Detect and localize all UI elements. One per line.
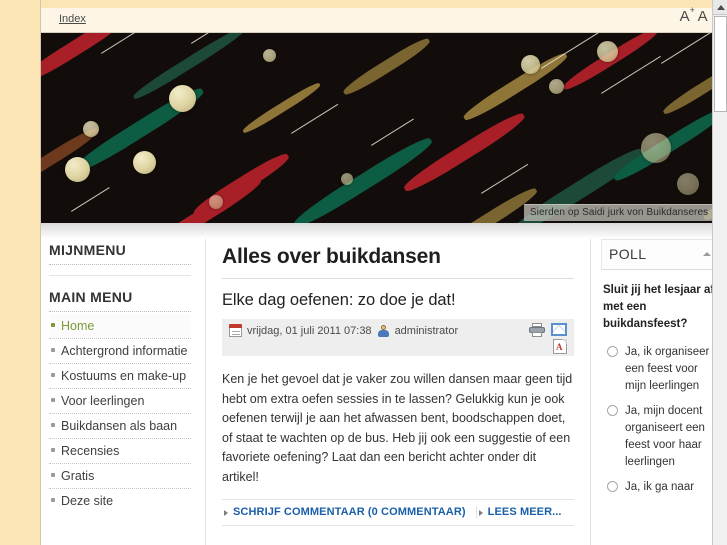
site-banner: Sierden op Saidi jurk von Buikdanseres K… (41, 33, 727, 223)
sidebar-module-gap (49, 267, 191, 276)
poll-option-2[interactable]: Ja, mijn docent organiseert een feest vo… (603, 398, 719, 474)
poll-option-3[interactable]: Ja, ik ga naar (603, 474, 719, 499)
sidebar-divider-dotted-2 (49, 311, 191, 312)
breadcrumb-index[interactable]: Index (59, 13, 86, 25)
sidebar-item-kostuums-en-make-up[interactable]: Kostuums en make-up (49, 364, 191, 389)
article-title[interactable]: Elke dag oefenen: zo doe je dat! (222, 291, 574, 319)
poll-radio-1[interactable] (607, 346, 618, 357)
scrollbar-thumb[interactable] (714, 16, 727, 112)
sidebar-menu-title: MAIN MENU (49, 289, 133, 305)
caret-up-icon[interactable] (703, 252, 711, 256)
main-menu-list: Home Achtergrond informatie Kostuums en … (49, 314, 191, 513)
sidebar-link-kostuums-en-make-up[interactable]: Kostuums en make-up (49, 364, 191, 388)
font-increase-superscript: + (689, 5, 695, 15)
sidebar-link-recensies[interactable]: Recensies (49, 439, 191, 463)
font-reset-button[interactable]: A (698, 9, 708, 24)
article-author: administrator (394, 324, 459, 337)
content-columns: MIJNMENU MAIN MENU Home Achtergrond info… (41, 239, 727, 545)
read-more-link[interactable]: LEES MEER... (475, 506, 572, 518)
sidebar-link-achtergrond-informatie[interactable]: Achtergrond informatie (49, 339, 191, 363)
sidebar-link-voor-leerlingen[interactable]: Voor leerlingen (49, 389, 191, 413)
user-icon (377, 324, 390, 337)
sidebar-item-achtergrond-informatie[interactable]: Achtergrond informatie (49, 339, 191, 364)
font-increase-button[interactable]: A + (680, 6, 695, 25)
page-title-rule (222, 278, 574, 279)
teaser-columns: Maak je evenement kostendekkend 10 kostu… (222, 526, 574, 545)
article-link-bar: SCHRIJF COMMENTAAR (0 COMMENTAAR) LEES M… (222, 499, 574, 526)
poll-radio-3[interactable] (607, 481, 618, 492)
top-utility-bar: Index A+ A A- (41, 0, 727, 33)
article-date: vrijdag, 01 juli 2011 07:38 (247, 324, 372, 337)
sidebar-item-recensies[interactable]: Recensies (49, 439, 191, 464)
article-meta-left: vrijdag, 01 juli 2011 07:38 administrato… (229, 324, 458, 337)
banner-caption: Sierden op Saidi jurk von Buikdanseres K… (523, 204, 727, 221)
poll-option-label-3: Ja, ik ga naar (625, 481, 695, 493)
poll-title: POLL (609, 246, 647, 262)
poll-radio-2[interactable] (607, 405, 618, 416)
email-icon[interactable] (551, 323, 567, 336)
page-root: Index A+ A A- (0, 0, 727, 545)
article-body: Ken je het gevoel dat je vaker zou wille… (222, 372, 573, 484)
poll-option-label-1: Ja, ik organiseer een feest voor mijn le… (625, 346, 710, 392)
poll-option-1[interactable]: Ja, ik organiseer een feest voor mijn le… (603, 339, 719, 398)
article-meta-bar: vrijdag, 01 juli 2011 07:38 administrato… (222, 319, 574, 356)
banner-artwork (41, 33, 727, 223)
calendar-icon (229, 324, 242, 337)
sidebar-item-buikdansen-als-baan[interactable]: Buikdansen als baan (49, 414, 191, 439)
sidebar-item-gratis[interactable]: Gratis (49, 464, 191, 489)
sidebar-item-deze-site[interactable]: Deze site (49, 489, 191, 513)
sidebar-divider-dotted (49, 264, 191, 265)
window-scrollbar[interactable] (712, 0, 727, 545)
print-icon[interactable] (529, 323, 545, 337)
poll-question: Sluit jij het lesjaar af met een buikdan… (603, 284, 715, 330)
sidebar-link-home[interactable]: Home (49, 314, 191, 338)
pdf-icon[interactable]: A (553, 339, 567, 354)
poll-option-label-2: Ja, mijn docent organiseert een feest vo… (625, 405, 705, 468)
sidebar-link-deze-site[interactable]: Deze site (49, 489, 191, 513)
write-comment-link[interactable]: SCHRIJF COMMENTAAR (0 COMMENTAAR) (222, 506, 476, 518)
left-sidebar: MIJNMENU MAIN MENU Home Achtergrond info… (41, 239, 206, 545)
scroll-up-arrow-icon[interactable] (713, 0, 727, 15)
sidebar-link-buikdansen-als-baan[interactable]: Buikdansen als baan (49, 414, 191, 438)
content-shelf (41, 223, 727, 239)
article-meta-actions: A (529, 323, 567, 354)
poll-header[interactable]: POLL (601, 239, 719, 270)
sidebar-item-voor-leerlingen[interactable]: Voor leerlingen (49, 389, 191, 414)
sidebar-module-title: MIJNMENU (49, 242, 127, 258)
page-title: Alles over buikdansen (222, 245, 441, 268)
sidebar-item-home[interactable]: Home (49, 314, 191, 339)
sidebar-link-gratis[interactable]: Gratis (49, 464, 191, 488)
site-frame: Index A+ A A- (40, 0, 727, 545)
poll-options: Ja, ik organiseer een feest voor mijn le… (601, 339, 719, 499)
main-content: Alles over buikdansen Elke dag oefenen: … (206, 239, 590, 545)
right-sidebar: POLL Sluit jij het lesjaar af met een bu… (590, 239, 727, 545)
